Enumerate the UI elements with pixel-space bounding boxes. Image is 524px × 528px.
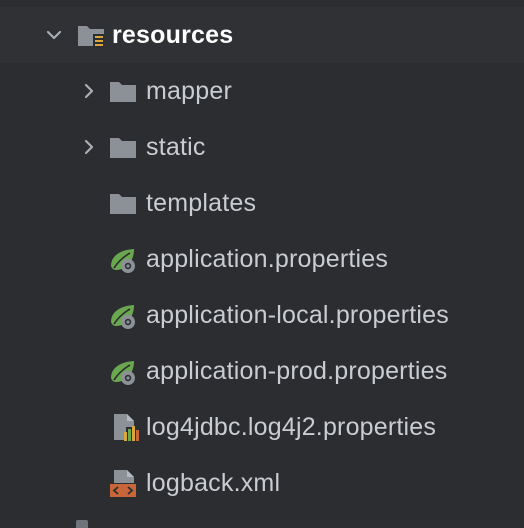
resources-folder-icon bbox=[78, 26, 104, 48]
folder-icon bbox=[110, 82, 136, 102]
folder-icon bbox=[110, 138, 136, 158]
tree-node-logback-xml[interactable]: logback.xml bbox=[0, 455, 524, 511]
tree-node-label: application-local.properties bbox=[146, 301, 449, 329]
tree-node-label: log4jdbc.log4j2.properties bbox=[146, 413, 437, 441]
tree-node-resources[interactable]: resources bbox=[0, 7, 524, 63]
spring-properties-icon bbox=[111, 361, 135, 385]
chevron-down-icon[interactable] bbox=[44, 25, 64, 45]
project-tree: resources mapper static templates applic… bbox=[0, 0, 524, 528]
chevron-right-icon[interactable] bbox=[79, 81, 99, 101]
chevron-right-icon[interactable] bbox=[79, 137, 99, 157]
tree-node-label: mapper bbox=[146, 77, 232, 105]
tree-node-label: resources bbox=[112, 21, 234, 49]
tree-node-application-prod-properties[interactable]: application-prod.properties bbox=[0, 343, 524, 399]
tree-node-log4jdbc-properties[interactable]: log4jdbc.log4j2.properties bbox=[0, 399, 524, 455]
tree-node-application-local-properties[interactable]: application-local.properties bbox=[0, 287, 524, 343]
spring-properties-icon bbox=[111, 249, 135, 273]
tree-node-mapper[interactable]: mapper bbox=[0, 63, 524, 119]
tree-node-label: logback.xml bbox=[146, 469, 281, 497]
tree-node-label: application-prod.properties bbox=[146, 357, 448, 385]
tree-node-label: templates bbox=[146, 189, 257, 217]
folder-icon bbox=[110, 194, 136, 214]
folder-icon bbox=[76, 520, 88, 528]
tree-node-application-properties[interactable]: application.properties bbox=[0, 231, 524, 287]
tree-node-label: application.properties bbox=[146, 245, 389, 273]
properties-file-icon bbox=[114, 414, 139, 441]
tree-node-label: static bbox=[146, 133, 206, 161]
xml-file-icon bbox=[110, 470, 136, 497]
spring-properties-icon bbox=[111, 305, 135, 329]
tree-node-static[interactable]: static bbox=[0, 119, 524, 175]
tree-node-templates[interactable]: templates bbox=[0, 175, 524, 231]
